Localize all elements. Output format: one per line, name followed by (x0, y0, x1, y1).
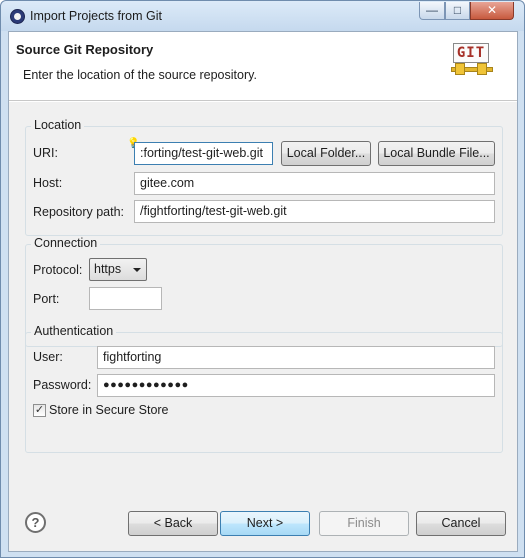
repository-path-label: Repository path: (33, 205, 125, 219)
protocol-label: Protocol: (33, 263, 83, 277)
dialog-content: Source Git Repository Enter the location… (8, 31, 518, 552)
git-logo-node (455, 63, 465, 75)
protocol-select-value: https (94, 262, 122, 276)
next-button[interactable]: Next > (220, 511, 310, 536)
connection-group-title: Connection (31, 236, 101, 250)
chevron-down-icon (133, 268, 141, 272)
local-folder-button[interactable]: Local Folder... (281, 141, 371, 166)
uri-input[interactable]: :forting/test-git-web.git (134, 142, 273, 165)
finish-button: Finish (319, 511, 409, 536)
host-input[interactable]: gitee.com (134, 172, 495, 195)
user-input[interactable]: fightforting (97, 346, 495, 369)
cancel-button[interactable]: Cancel (416, 511, 506, 536)
location-group-title: Location (31, 118, 85, 132)
help-icon[interactable]: ? (25, 512, 46, 533)
uri-label: URI: (33, 146, 58, 160)
import-dialog-window: Import Projects from Git — □ ✕ Source Gi… (0, 0, 525, 558)
git-logo-text: GIT (453, 43, 489, 63)
back-button[interactable]: < Back (128, 511, 218, 536)
port-label: Port: (33, 292, 60, 306)
page-description: Enter the location of the source reposit… (23, 68, 257, 82)
content-assist-icon: 💡 (127, 139, 139, 149)
wizard-body: Location URI: 💡 :forting/test-git-web.gi… (9, 102, 517, 551)
password-input[interactable]: ●●●●●●●●●●●● (97, 374, 495, 397)
wizard-header: Source Git Repository Enter the location… (9, 32, 517, 101)
port-input[interactable] (89, 287, 162, 310)
minimize-button[interactable]: — (419, 2, 445, 20)
user-label: User: (33, 350, 63, 364)
title-bar[interactable]: Import Projects from Git — □ ✕ (1, 1, 524, 31)
git-logo-node (477, 63, 487, 75)
store-secure-checkbox[interactable]: ✓ (33, 404, 46, 417)
repository-path-input[interactable]: /fightforting/test-git-web.git (134, 200, 495, 223)
git-logo-icon: GIT (451, 43, 493, 81)
window-title: Import Projects from Git (30, 9, 162, 23)
local-bundle-file-button[interactable]: Local Bundle File... (378, 141, 495, 166)
maximize-button[interactable]: □ (445, 2, 470, 20)
host-label: Host: (33, 176, 63, 190)
close-button[interactable]: ✕ (470, 2, 514, 20)
password-label: Password: (33, 378, 92, 392)
store-secure-label[interactable]: Store in Secure Store (49, 403, 169, 417)
page-title: Source Git Repository (16, 42, 154, 57)
eclipse-app-icon (10, 9, 25, 24)
protocol-select[interactable]: https (89, 258, 147, 281)
authentication-group-title: Authentication (31, 324, 117, 338)
